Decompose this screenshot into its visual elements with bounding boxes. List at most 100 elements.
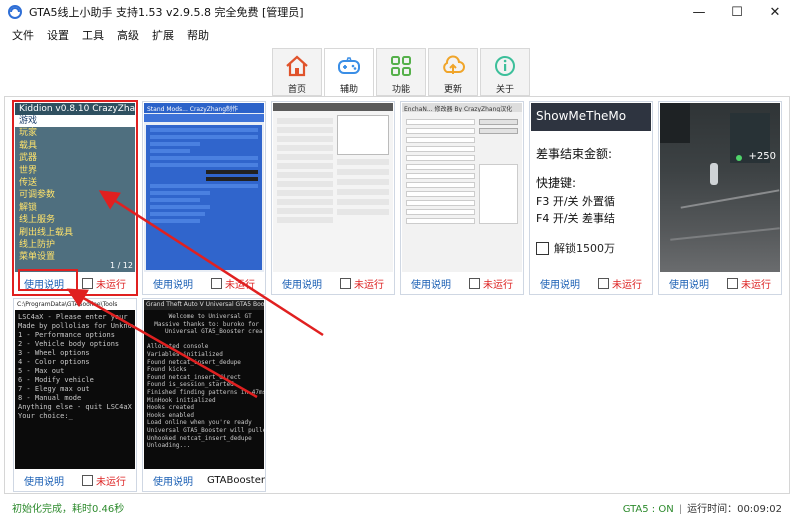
help-link[interactable]: 使用说明 [411,276,463,291]
kiddion-preview: Kiddion v0.8.10 CrazyZhang 游戏 玩家 载具 武器 世… [15,103,135,272]
card-footer: 使用说明 未运行 [14,272,136,294]
game-hud-text: +250 [748,151,776,162]
kiddion-menu-item: 武器 [19,153,38,164]
minimize-button[interactable]: — [680,0,718,24]
smtm-header: ShowMeTheMo [531,103,651,131]
run-checkbox[interactable] [598,277,609,289]
run-checkbox[interactable] [469,277,480,289]
kiddion-menu-item: 玩家 [19,128,38,139]
kiddion-menu-item: 刷出线上载具 [19,227,74,238]
status-init: 初始化完成，耗时0.46秒 [12,503,125,514]
tool-card-gtabooster[interactable]: Grand Theft Auto V Universal GTA5 Booste… [142,298,266,492]
tool-card-modifier[interactable]: EnchaN... 修改器 By CrazyZhang汉化 使用说明 未运行 [400,101,524,295]
status-runtime: 运行时间：00:09:02 [687,503,782,514]
grid-icon [391,56,411,76]
gtabooster-console-title: Grand Theft Auto V Universal GTA5 Booste… [144,300,264,310]
close-button[interactable]: ✕ [756,0,794,24]
kiddion-menu-item: 线上防护 [19,240,56,251]
gtabooster-console-text: Welcome to Universal GT Massive thanks t… [144,310,264,453]
gtabooster-preview: Grand Theft Auto V Universal GTA5 Booste… [144,300,264,469]
lsc-console-text: LSC4aX - Please enter your Made by pollo… [15,310,135,424]
card-footer: 使用说明 GTABooster [143,469,265,491]
status-right: GTA5 : ON | 运行时间：00:09:02 [622,503,782,514]
kiddion-menu-item: 线上服务 [19,215,56,226]
tab-about[interactable]: 关于 [480,48,530,96]
cloud-upload-icon [443,55,465,74]
lsc-console-preview: C:\ProgramData\GTASooline\Tools LSC4aX -… [15,300,135,469]
home-icon [286,55,308,77]
help-link[interactable]: 使用说明 [669,276,721,291]
kiddion-page-indicator: 1 / 12 [109,261,133,270]
tab-features[interactable]: 功能 [376,48,426,96]
tab-about-label: 关于 [495,85,514,95]
tab-bar: 首页 辅助 功能 更新 关于 [272,48,532,98]
smtm-unlock-label: 解锁1500万 [554,242,615,255]
card-footer: 使用说明 未运行 [272,272,394,294]
menu-advanced[interactable]: 高级 [117,27,139,43]
help-link[interactable]: 使用说明 [153,473,205,488]
menu-help[interactable]: 帮助 [187,27,209,43]
tab-assist-label: 辅助 [339,85,358,95]
maximize-button[interactable]: ☐ [718,0,756,24]
app-logo-icon [8,5,22,19]
run-checkbox[interactable] [340,277,351,289]
menu-bar: 文件 设置 工具 高级 扩展 帮助 [0,26,222,44]
tool-name: GTABooster [206,474,265,486]
tool-card-showmethemoney[interactable]: ShowMeTheMo 差事结束金额: 快捷键: F3 开/关 外置循 F4 开… [529,101,653,295]
tab-update-label: 更新 [443,85,462,95]
kiddion-menu-item: 世界 [19,165,38,176]
window-title: GTA5线上小助手 支持1.53 v2.9.5.8 完全免费 [管理员] [29,6,304,19]
showmethemoney-preview: ShowMeTheMo 差事结束金额: 快捷键: F3 开/关 外置循 F4 开… [531,103,651,272]
run-status: 未运行 [612,279,642,291]
help-link[interactable]: 使用说明 [153,276,205,291]
stand-header: Stand Mods... CrazyZhang制作 [144,103,264,113]
kiddion-header: Kiddion v0.8.10 CrazyZhang [15,103,135,115]
kiddion-menu-item: 解锁 [19,202,38,213]
run-checkbox[interactable] [211,277,222,289]
status-bar: 初始化完成，耗时0.46秒 GTA5 : ON | 运行时间：00:09:02 [0,500,794,514]
tool-card-trainer[interactable]: 使用说明 未运行 [271,101,395,295]
help-link[interactable]: 使用说明 [282,276,334,291]
tab-assist[interactable]: 辅助 [324,48,374,98]
tool-card-kiddion[interactable]: Kiddion v0.8.10 CrazyZhang 游戏 玩家 载具 武器 世… [13,101,137,295]
card-footer: 使用说明 未运行 [14,469,136,491]
menu-file[interactable]: 文件 [12,27,34,43]
card-footer: 使用说明 未运行 [401,272,523,294]
menu-extensions[interactable]: 扩展 [152,27,174,43]
smtm-hotkey-label: 快捷键: [536,176,577,190]
tool-card-lsc-console[interactable]: C:\ProgramData\GTASooline\Tools LSC4aX -… [13,298,137,492]
run-status: 未运行 [96,279,126,291]
menu-tools[interactable]: 工具 [82,27,104,43]
help-link[interactable]: 使用说明 [24,473,76,488]
stand-preview: Stand Mods... CrazyZhang制作 [144,103,264,272]
trainer-preview [273,103,393,272]
run-status: 未运行 [225,279,255,291]
title-bar: GTA5线上小助手 支持1.53 v2.9.5.8 完全免费 [管理员] — ☐… [0,0,794,24]
run-status: 未运行 [483,279,513,291]
tab-update[interactable]: 更新 [428,48,478,96]
help-link[interactable]: 使用说明 [24,276,76,291]
smtm-amount-label: 差事结束金额: [536,147,613,161]
tab-home[interactable]: 首页 [272,48,322,96]
tool-card-game-view[interactable]: +250 使用说明 未运行 [658,101,782,295]
kiddion-menu-item: 可调参数 [19,190,56,201]
run-checkbox[interactable] [82,474,93,486]
run-status: 未运行 [354,279,384,291]
help-link[interactable]: 使用说明 [540,276,592,291]
kiddion-menu-item: 载具 [19,140,38,151]
info-icon [495,56,515,76]
smtm-hotkey-f3: F3 开/关 外置循 [536,195,616,208]
tool-card-stand[interactable]: Stand Mods... CrazyZhang制作 使用说明 未运行 [142,101,266,295]
menu-settings[interactable]: 设置 [47,27,69,43]
kiddion-menu-item: 传送 [19,178,38,189]
tab-features-label: 功能 [391,85,410,95]
run-checkbox[interactable] [727,277,738,289]
run-checkbox[interactable] [82,277,93,289]
modifier-preview: EnchaN... 修改器 By CrazyZhang汉化 [402,103,522,272]
smtm-unlock-checkbox [536,241,549,255]
modifier-header: EnchaN... 修改器 By CrazyZhang汉化 [402,103,522,112]
run-status: 未运行 [741,279,771,291]
card-footer: 使用说明 未运行 [530,272,652,294]
kiddion-menu-item: 游戏 [15,115,135,128]
card-footer: 使用说明 未运行 [659,272,781,294]
